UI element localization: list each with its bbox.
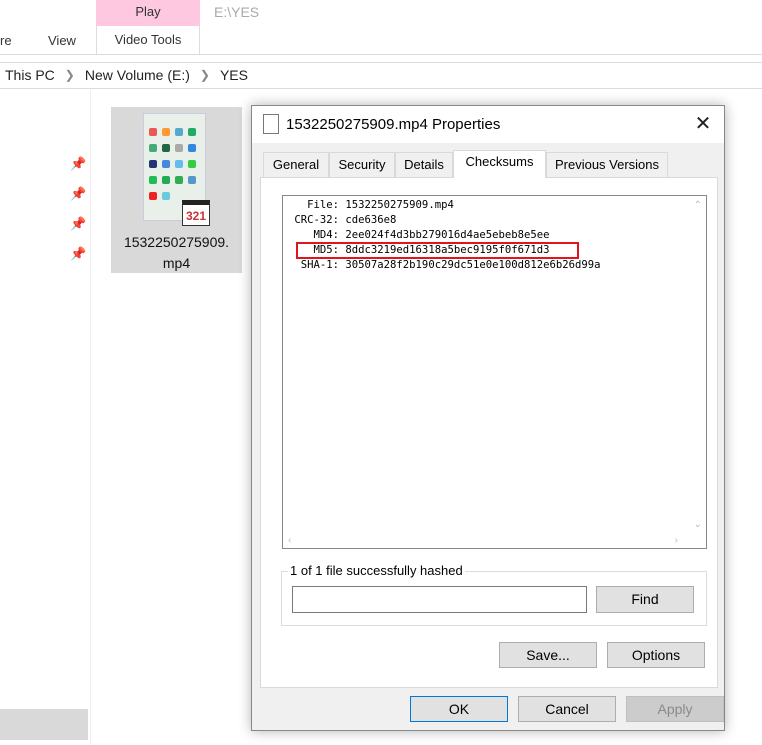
tab-previous-versions[interactable]: Previous Versions <box>546 152 668 177</box>
pin-icon[interactable]: 📌 <box>70 156 86 172</box>
breadcrumb-this-pc[interactable]: This PC <box>5 67 55 83</box>
hash-status: 1 of 1 file successfully hashed <box>288 563 465 578</box>
file-name[interactable]: 1532250275909. mp4 <box>111 232 242 274</box>
title-bar[interactable]: 1532250275909.mp4 Properties ✕ <box>252 106 724 143</box>
scroll-up-icon[interactable]: ⌃ <box>694 200 702 211</box>
scroll-right-icon[interactable]: › <box>675 535 678 546</box>
divider <box>0 54 762 55</box>
ribbon-tab-video-tools[interactable]: Video Tools <box>96 26 200 54</box>
chevron-right-icon[interactable]: ❯ <box>200 68 210 82</box>
pin-icon[interactable]: 📌 <box>70 216 86 232</box>
dialog-title: 1532250275909.mp4 Properties <box>286 116 501 133</box>
cancel-button[interactable]: Cancel <box>518 696 616 722</box>
properties-dialog: 1532250275909.mp4 Properties ✕ General S… <box>251 105 725 731</box>
tab-checksums[interactable]: Checksums <box>453 150 546 178</box>
options-button[interactable]: Options <box>607 642 705 668</box>
scroll-down-icon[interactable]: ⌄ <box>694 519 702 530</box>
sidebar-divider <box>90 90 91 745</box>
tab-security[interactable]: Security <box>329 152 395 177</box>
divider <box>0 62 762 63</box>
ribbon-tab-share[interactable]: re <box>0 33 12 48</box>
sidebar-selected-item[interactable] <box>0 709 88 740</box>
tab-details[interactable]: Details <box>395 152 453 177</box>
contextual-group-play: Play <box>96 0 200 26</box>
divider <box>0 88 762 89</box>
save-button[interactable]: Save... <box>499 642 597 668</box>
scroll-left-icon[interactable]: ‹ <box>288 535 291 546</box>
md5-highlight-box <box>296 242 579 259</box>
media-player-classic-icon: 321 <box>182 200 210 226</box>
checksum-lines: File: 1532250275909.mp4 CRC-32: cde636e8… <box>288 199 601 271</box>
breadcrumb-yes[interactable]: YES <box>220 67 248 83</box>
mp4-file-icon <box>263 114 279 134</box>
chevron-right-icon[interactable]: ❯ <box>65 68 75 82</box>
find-input[interactable] <box>292 586 587 613</box>
breadcrumb: This PC ❯ New Volume (E:) ❯ YES <box>5 67 248 83</box>
ok-button[interactable]: OK <box>410 696 508 722</box>
checksums-panel: File: 1532250275909.mp4 CRC-32: cde636e8… <box>260 177 718 688</box>
ribbon-tab-view[interactable]: View <box>48 33 76 48</box>
window-path-title: E:\YES <box>214 4 260 20</box>
pin-icon[interactable]: 📌 <box>70 186 86 202</box>
close-button[interactable]: ✕ <box>688 110 718 138</box>
tab-general[interactable]: General <box>263 152 329 177</box>
find-group: 1 of 1 file successfully hashed Find <box>281 563 707 626</box>
checksums-output[interactable]: File: 1532250275909.mp4 CRC-32: cde636e8… <box>282 195 707 549</box>
find-button[interactable]: Find <box>596 586 694 613</box>
breadcrumb-new-volume[interactable]: New Volume (E:) <box>85 67 190 83</box>
apply-button[interactable]: Apply <box>626 696 724 722</box>
pin-icon[interactable]: 📌 <box>70 246 86 262</box>
